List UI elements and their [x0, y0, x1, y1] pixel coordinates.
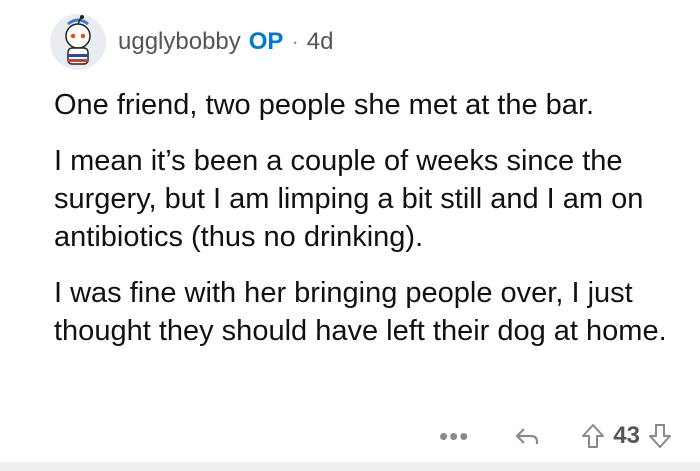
- downvote-icon: [649, 424, 671, 448]
- more-options-button[interactable]: •••: [439, 423, 469, 449]
- comment-actions: ••• 43: [439, 416, 672, 456]
- comment-age: 4d: [306, 28, 334, 55]
- snoo-avatar-icon: [50, 14, 106, 70]
- upvote-icon: [582, 424, 605, 448]
- username[interactable]: ugg​lybobby: [118, 28, 241, 56]
- comment-header: ugg​lybobby OP · 4d: [50, 14, 333, 70]
- comment-paragraph: I mean it’s been a couple of weeks since…: [54, 145, 644, 253]
- author-line: ugg​lybobby OP · 4d: [118, 28, 333, 56]
- reply-icon: [516, 428, 539, 444]
- downvote-button[interactable]: [648, 423, 672, 449]
- comment-body: One friend, two people she met at the ba…: [54, 86, 674, 368]
- reply-button[interactable]: [513, 424, 541, 448]
- comment-paragraph: One friend, two people she met at the ba…: [54, 89, 595, 121]
- separator-dot: ·: [291, 29, 299, 54]
- divider: [0, 462, 700, 471]
- avatar[interactable]: [50, 14, 106, 70]
- comment: ugg​lybobby OP · 4d One friend, two peop…: [0, 0, 700, 462]
- comment-paragraph: I was fine with her bringing people over…: [54, 277, 667, 347]
- upvote-button[interactable]: [581, 423, 605, 449]
- op-badge: OP: [248, 28, 284, 55]
- vote-count: 43: [613, 422, 640, 449]
